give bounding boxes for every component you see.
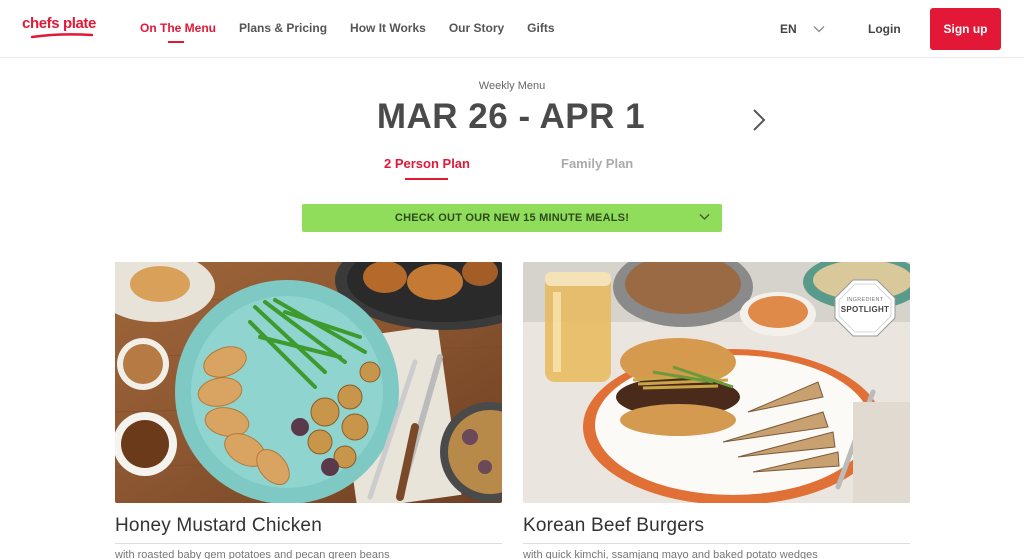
weekly-menu-label: Weekly Menu — [478, 80, 546, 92]
recipe-photo — [115, 262, 502, 503]
nav-active-underline — [168, 41, 184, 43]
nav-item-label: Gifts — [527, 21, 555, 35]
chevron-down-icon — [813, 26, 825, 33]
badge-label-small: INGREDIENT — [846, 297, 884, 303]
recipe-title[interactable]: Honey Mustard Chicken — [115, 515, 322, 537]
nav-item-label: On The Menu — [140, 21, 216, 35]
recipe-subtitle: with roasted baby gem potatoes and pecan… — [115, 549, 390, 559]
recipe-card: Honey Mustard Chicken with roasted baby … — [115, 262, 502, 559]
next-week-arrow-icon[interactable] — [749, 107, 769, 133]
recipe-title[interactable]: Korean Beef Burgers — [523, 515, 704, 537]
plan-tab-active-underline — [405, 178, 448, 180]
nav-item-gifts[interactable]: Gifts — [527, 21, 554, 35]
ingredient-spotlight-badge: INGREDIENT SPOTLIGHT — [833, 278, 897, 338]
nav-item-label: How It Works — [350, 21, 426, 35]
recipe-image-honey-mustard-chicken[interactable] — [115, 262, 502, 503]
language-label: EN — [780, 22, 797, 36]
recipe-card: INGREDIENT SPOTLIGHT Korean Beef Burgers… — [523, 262, 910, 559]
nav-item-plans-pricing[interactable]: Plans & Pricing — [239, 21, 327, 35]
main-nav: On The Menu Plans & Pricing How It Works… — [140, 21, 578, 43]
nav-item-our-story[interactable]: Our Story — [449, 21, 504, 35]
logo-text: chefs plate — [22, 15, 96, 32]
nav-item-label: Plans & Pricing — [239, 21, 328, 35]
recipe-subtitle: with quick kimchi, ssamjang mayo and bak… — [523, 549, 818, 559]
chefs-plate-logo[interactable]: chefs plate — [22, 15, 98, 41]
nav-item-how-it-works[interactable]: How It Works — [350, 21, 426, 35]
recipe-divider — [115, 543, 502, 544]
sign-up-button[interactable]: Sign up — [930, 8, 1001, 50]
logo-swoosh-icon — [30, 33, 94, 39]
promo-banner[interactable]: CHECK OUT OUR NEW 15 MINUTE MEALS! — [302, 204, 722, 232]
week-range-title: MAR 26 - APR 1 — [376, 97, 646, 136]
language-selector[interactable]: EN — [780, 22, 825, 36]
chevron-down-icon — [699, 214, 710, 220]
recipe-image-korean-beef-burgers[interactable]: INGREDIENT SPOTLIGHT — [523, 262, 910, 503]
login-link[interactable]: Login — [868, 22, 901, 36]
site-header: chefs plate On The Menu Plans & Pricing … — [0, 0, 1024, 58]
tab-2-person-plan[interactable]: 2 Person Plan — [384, 156, 470, 171]
badge-label-big: SPOTLIGHT — [840, 305, 890, 314]
tab-family-plan[interactable]: Family Plan — [561, 156, 633, 171]
nav-item-label: Our Story — [448, 21, 505, 35]
promo-banner-text: CHECK OUT OUR NEW 15 MINUTE MEALS! — [394, 212, 630, 224]
recipe-divider — [523, 543, 910, 544]
nav-item-on-the-menu[interactable]: On The Menu — [140, 21, 216, 43]
